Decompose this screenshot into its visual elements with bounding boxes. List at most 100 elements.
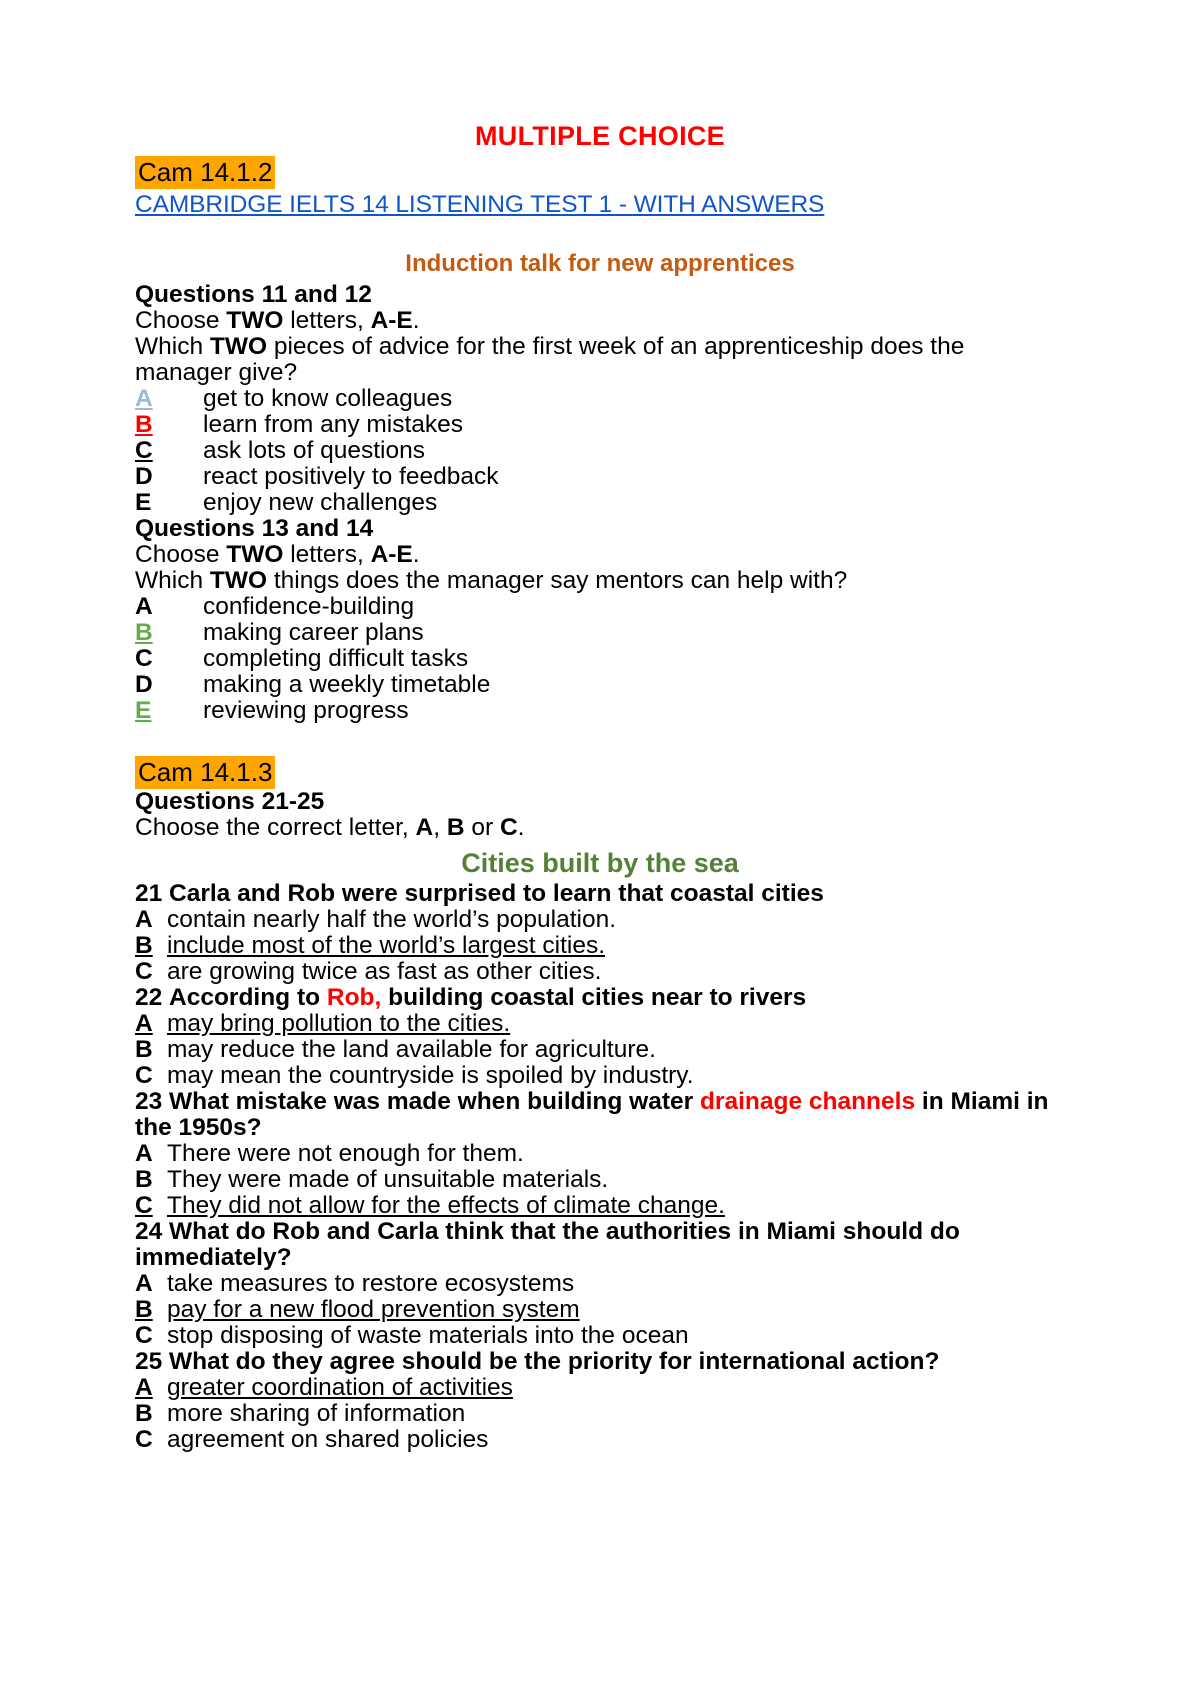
answer-text: are growing twice as fast as other citie… [167, 958, 602, 985]
option-row[interactable]: E enjoy new challenges [135, 490, 1065, 516]
answer-row[interactable]: A contain nearly half the world’s popula… [135, 907, 1065, 933]
instruction-letter-b: B [446, 814, 465, 841]
instruction-range: A-E [370, 541, 413, 568]
question-highlight: drainage channels [699, 1088, 916, 1115]
option-row[interactable]: B learn from any mistakes [135, 412, 1065, 438]
option-row[interactable]: A get to know colleagues [135, 386, 1065, 412]
option-row[interactable]: D making a weekly timetable [135, 672, 1065, 698]
option-letter: E [135, 697, 152, 724]
question-highlight: Rob, [326, 984, 382, 1011]
answer-row[interactable]: C agreement on shared policies [135, 1427, 1065, 1453]
option-text: making career plans [203, 619, 424, 646]
question-number: 25 [135, 1348, 163, 1375]
answer-text: more sharing of information [167, 1400, 466, 1427]
source-tag-1-row: Cam 14.1.2 [135, 156, 1065, 189]
option-text: completing difficult tasks [203, 645, 469, 672]
question-text-prefix: What mistake was made when building wate… [169, 1088, 700, 1115]
prompt-prefix: Which [135, 333, 210, 360]
option-row[interactable]: C completing difficult tasks [135, 646, 1065, 672]
answer-text: may reduce the land available for agricu… [167, 1036, 656, 1063]
option-text: get to know colleagues [203, 385, 453, 412]
answer-text: may bring pollution to the cities. [167, 1010, 511, 1037]
answer-row-selected[interactable]: C They did not allow for the effects of … [135, 1193, 1065, 1219]
answer-row-selected[interactable]: A greater coordination of activities [135, 1375, 1065, 1401]
option-text: confidence-building [203, 593, 415, 620]
answer-row[interactable]: C may mean the countryside is spoiled by… [135, 1063, 1065, 1089]
question-number: 22 [135, 984, 163, 1011]
option-row[interactable]: E reviewing progress [135, 698, 1065, 724]
instruction-letter-c: C [499, 814, 518, 841]
answer-letter: B [135, 1400, 153, 1427]
source-link-row: CAMBRIDGE IELTS 14 LISTENING TEST 1 - WI… [135, 190, 1065, 220]
questions-11-12-instruction: Choose TWO letters, A-E. [135, 308, 1065, 334]
option-text: making a weekly timetable [203, 671, 491, 698]
answer-text: agreement on shared policies [167, 1426, 489, 1453]
answer-letter: A [135, 1374, 153, 1401]
option-letter: A [135, 593, 153, 620]
option-letter: D [135, 671, 153, 698]
source-tag-2-row: Cam 14.1.3 [135, 756, 1065, 789]
answer-row-selected[interactable]: B pay for a new flood prevention system [135, 1297, 1065, 1323]
prompt-prefix: Which [135, 567, 210, 594]
option-letter: B [135, 619, 153, 646]
question-number: 24 [135, 1218, 163, 1245]
instruction-prefix: Choose [135, 307, 227, 334]
prompt-rest: things does the manager say mentors can … [267, 567, 848, 594]
source-tag-2: Cam 14.1.3 [135, 756, 276, 789]
prompt-two: TWO [209, 333, 268, 360]
answer-text: They did not allow for the effects of cl… [167, 1192, 725, 1219]
instruction-end: . [412, 541, 420, 568]
answer-row[interactable]: A take measures to restore ecosystems [135, 1271, 1065, 1297]
questions-11-12-label: Questions 11 and 12 [135, 281, 372, 308]
answer-row-selected[interactable]: A may bring pollution to the cities. [135, 1011, 1065, 1037]
instruction-comma: , [433, 814, 447, 841]
source-link[interactable]: CAMBRIDGE IELTS 14 LISTENING TEST 1 - WI… [135, 191, 824, 218]
page-title: MULTIPLE CHOICE [475, 121, 725, 151]
question-text: What do Rob and Carla think that the aut… [135, 1218, 960, 1271]
answer-row[interactable]: C are growing twice as fast as other cit… [135, 959, 1065, 985]
answer-row[interactable]: B They were made of unsuitable materials… [135, 1167, 1065, 1193]
option-row[interactable]: C ask lots of questions [135, 438, 1065, 464]
option-row[interactable]: A confidence-building [135, 594, 1065, 620]
answer-row[interactable]: B more sharing of information [135, 1401, 1065, 1427]
answer-letter: C [135, 1062, 153, 1089]
answer-text: stop disposing of waste materials into t… [167, 1322, 689, 1349]
answer-letter: A [135, 1270, 153, 1297]
answer-text: may mean the countryside is spoiled by i… [167, 1062, 694, 1089]
instruction-prefix: Choose [135, 541, 227, 568]
option-letter: C [135, 645, 153, 672]
questions-11-12-prompt: Which TWO pieces of advice for the first… [135, 334, 1065, 386]
questions-13-14-label: Questions 13 and 14 [135, 515, 374, 542]
option-letter: C [135, 437, 153, 464]
questions-21-25-label: Questions 21-25 [135, 788, 325, 815]
question-text: Carla and Rob were surprised to learn th… [169, 880, 824, 907]
answer-letter: A [135, 1010, 153, 1037]
option-text: learn from any mistakes [203, 411, 464, 438]
question-number: 21 [135, 880, 163, 907]
option-text: ask lots of questions [203, 437, 425, 464]
answer-row[interactable]: C stop disposing of waste materials into… [135, 1323, 1065, 1349]
questions-21-25-instruction: Choose the correct letter, A, B or C. [135, 815, 1065, 841]
answer-letter: C [135, 1322, 153, 1349]
option-row[interactable]: D react positively to feedback [135, 464, 1065, 490]
answer-row[interactable]: A There were not enough for them. [135, 1141, 1065, 1167]
instruction-prefix: Choose the correct letter, [135, 814, 416, 841]
questions-13-14-prompt: Which TWO things does the manager say me… [135, 568, 1065, 594]
answer-letter: C [135, 1192, 153, 1219]
instruction-two: TWO [226, 307, 284, 334]
answer-row-selected[interactable]: B include most of the world’s largest ci… [135, 933, 1065, 959]
answer-text: There were not enough for them. [167, 1140, 524, 1167]
question-stem: 23 What mistake was made when building wa… [135, 1089, 1065, 1141]
document-page: MULTIPLE CHOICE Cam 14.1.2 CAMBRIDGE IEL… [0, 0, 1200, 1698]
answer-letter: B [135, 932, 153, 959]
option-row[interactable]: B making career plans [135, 620, 1065, 646]
answer-row[interactable]: B may reduce the land available for agri… [135, 1037, 1065, 1063]
instruction-middle: letters, [283, 307, 371, 334]
instruction-letter-a: A [415, 814, 434, 841]
answer-text: They were made of unsuitable materials. [167, 1166, 609, 1193]
question-stem: 24 What do Rob and Carla think that the a… [135, 1219, 1065, 1271]
question-stem: 22 According to Rob, building coastal cit… [135, 985, 1065, 1011]
answer-letter: A [135, 1140, 153, 1167]
option-letter: D [135, 463, 153, 490]
instruction-end: . [517, 814, 525, 841]
